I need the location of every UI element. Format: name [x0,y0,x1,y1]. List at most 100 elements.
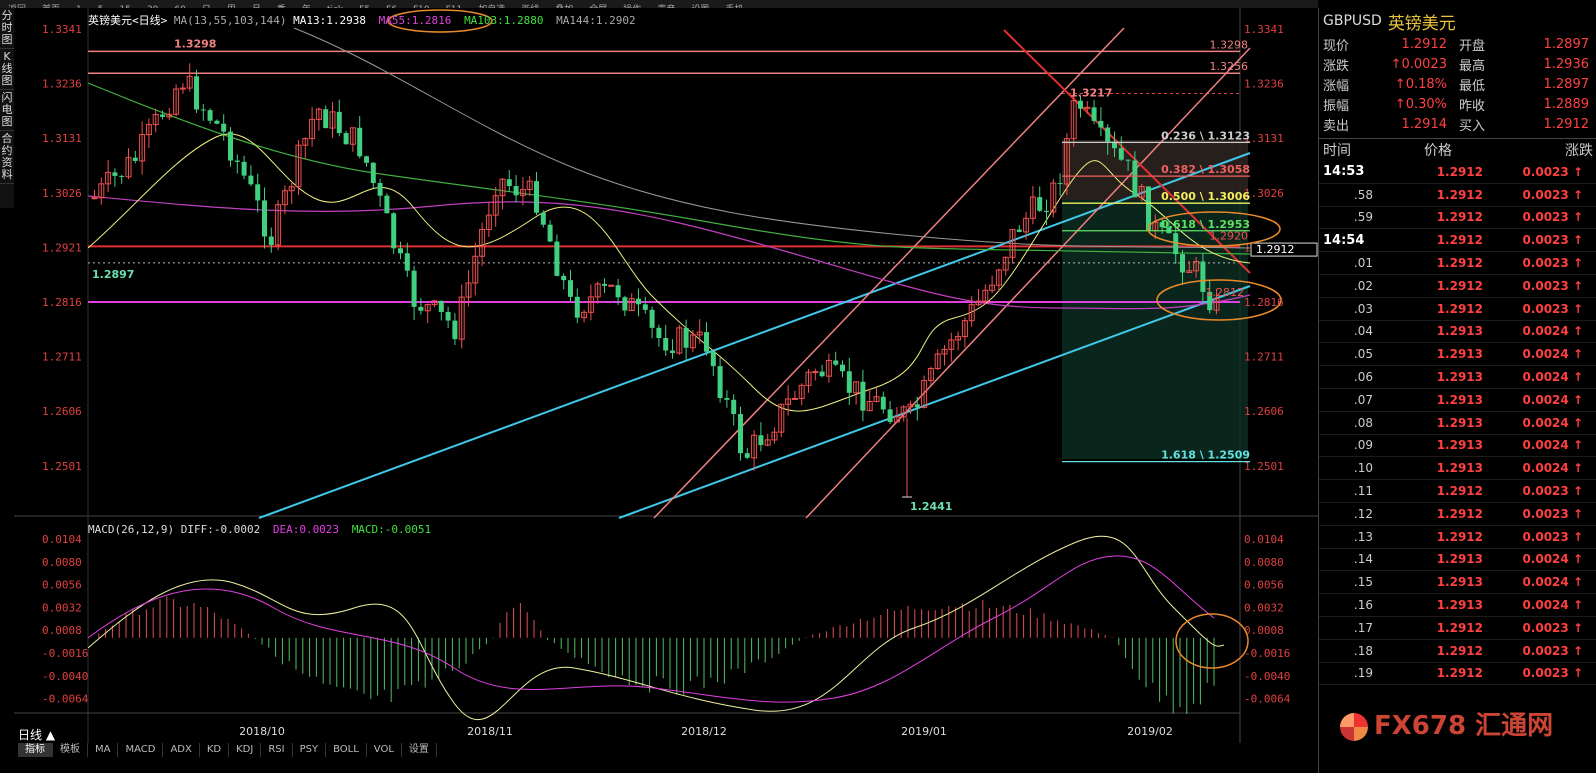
candle-body [914,404,920,408]
tick-change: 0.0023 ↑ [1522,643,1583,658]
tick-row[interactable]: .15 1.2913 0.0024 ↑ [1319,571,1596,595]
candle-body [880,396,886,410]
tick-row[interactable]: 14:54 1.2912 0.0023 ↑ [1319,229,1596,253]
tick-change: 0.0024 ↑ [1522,598,1583,613]
candle-body [670,350,675,353]
level1-label: 1.3298 [1210,38,1249,51]
candle-body [438,300,444,312]
tick-row[interactable]: .07 1.2913 0.0024 ↑ [1319,389,1596,412]
period-selector[interactable]: 日线 ▲ [18,726,55,743]
candle-body [534,181,539,213]
tick-row[interactable]: .04 1.2913 0.0024 ↑ [1319,321,1596,344]
tick-row[interactable]: .16 1.2913 0.0024 ↑ [1319,594,1596,617]
tick-row[interactable]: .01 1.2912 0.0023 ↑ [1319,252,1596,275]
candle-body [540,212,546,225]
candle-body [704,332,709,352]
tick-time: .59 [1353,210,1373,225]
tick-row[interactable]: .10 1.2913 0.0024 ↑ [1319,457,1596,481]
tick-price: 1.2913 [1436,415,1483,430]
indicator-tab[interactable]: 指标 [18,743,53,757]
candle-body [819,371,825,377]
high-label: 1.3298 [174,37,216,50]
tick-change: 0.0023 ↑ [1522,484,1583,499]
tick-row[interactable]: .06 1.2913 0.0024 ↑ [1319,366,1596,389]
tick-time: .01 [1353,256,1373,271]
candle-body [506,179,512,187]
tick-row[interactable]: 14:53 1.2912 0.0023 ↑ [1319,161,1596,184]
indicator-tab[interactable]: 设置 [402,743,437,757]
tick-change: 0.0023 ↑ [1522,278,1583,293]
tick-row[interactable]: .13 1.2912 0.0023 ↑ [1319,526,1596,549]
macd-tick-right: -0.0040 [1244,670,1290,683]
price-tick-right: 1.3341 [1244,23,1284,36]
macd-tick-left: 0.0080 [42,556,82,569]
tick-change: 0.0024 ↑ [1522,552,1583,567]
tick-row[interactable]: .08 1.2913 0.0024 ↑ [1319,412,1596,435]
candle-body [1125,159,1131,161]
indicator-tab[interactable]: RSI [261,743,293,757]
tick-row[interactable]: .58 1.2912 0.0023 ↑ [1319,184,1596,207]
indicator-tab[interactable]: 模板 [53,743,88,757]
macd-tick-right: -0.0064 [1244,693,1291,706]
candle-body [561,275,567,281]
candle-body [683,327,689,348]
indicator-tab[interactable]: PSY [293,743,327,757]
tick-header: 时间 价格 涨跌 [1319,138,1596,161]
indicator-tab[interactable]: KD [200,743,230,757]
tick-price: 1.2912 [1436,666,1483,681]
side-tab[interactable]: 分时图 [0,8,14,49]
candle-body [234,160,240,162]
tick-change: 0.0023 ↑ [1522,506,1583,521]
tick-time: .11 [1353,484,1373,499]
candle-body [445,311,451,321]
indicator-tab[interactable]: KDJ [229,743,262,757]
tick-row[interactable]: .03 1.2912 0.0023 ↑ [1319,298,1596,321]
side-tab[interactable]: K线图 [0,49,14,90]
indicator-tab[interactable]: MA [88,743,119,757]
tick-row[interactable]: .18 1.2912 0.0023 ↑ [1319,640,1596,663]
quote-cell: ↑0.30% [1394,96,1447,112]
tick-row[interactable]: .11 1.2912 0.0023 ↑ [1319,480,1596,503]
tick-row[interactable]: .19 1.2912 0.0023 ↑ [1319,663,1596,686]
tick-price: 1.2913 [1436,575,1483,590]
indicator-tab[interactable]: ADX [163,743,200,757]
indicator-tab[interactable]: BOLL [326,743,367,757]
candle-body [179,87,186,90]
tick-list[interactable]: 14:53 1.2912 0.0023 ↑ .58 1.2912 0.0023 ↑ .59 1… [1319,161,1596,686]
period-label: 日线 [18,728,43,742]
min-label: 1.2441 [910,500,952,513]
candle-body [744,453,750,458]
tick-row[interactable]: .05 1.2913 0.0024 ↑ [1319,343,1596,367]
tick-row[interactable]: .17 1.2912 0.0023 ↑ [1319,617,1596,640]
side-tab-bar: 分时图 K线图 闪电图 合约资料 [0,8,14,208]
kline-chart[interactable]: 1.3341 1.33411.3236 1.32361.3131 1.31311.30… [14,8,1318,743]
quote-row: 涨跌 ↑0.0023 最高 1.2936 [1319,54,1596,74]
tick-price: 1.2913 [1436,347,1483,362]
ma-params: MA(13,55,103,144) [173,14,287,27]
indicator-tab[interactable]: VOL [367,743,402,757]
price-tick-right: 1.2711 [1244,351,1284,364]
candle-body [1098,120,1104,128]
candle-body [91,197,98,200]
tick-row[interactable]: .59 1.2912 0.0023 ↑ [1319,207,1596,230]
tick-change: 0.0024 ↑ [1522,347,1583,362]
ma103-value: MA103:1.2880 [464,14,544,27]
tick-row[interactable]: .14 1.2913 0.0024 ↑ [1319,549,1596,572]
tick-time: .16 [1353,598,1373,613]
side-tab[interactable]: 合约资料 [0,131,14,184]
candle-body [255,184,261,201]
tick-change: 0.0023 ↑ [1522,164,1583,179]
candle-body [649,309,655,328]
tick-price: 1.2913 [1436,438,1483,453]
tick-row[interactable]: .09 1.2913 0.0024 ↑ [1319,435,1596,458]
tick-change: 0.0024 ↑ [1522,324,1583,339]
candle-body [1091,107,1097,121]
indicator-tab[interactable]: MACD [118,743,164,757]
quote-cell: 最高 [1459,58,1486,74]
tick-time: .03 [1353,301,1373,316]
side-tab[interactable]: 闪电图 [0,90,14,131]
tick-row[interactable]: .02 1.2912 0.0023 ↑ [1319,275,1596,298]
triangle-up-icon: ▲ [45,728,56,742]
candle-body [384,195,390,214]
tick-row[interactable]: .12 1.2912 0.0023 ↑ [1319,503,1596,526]
